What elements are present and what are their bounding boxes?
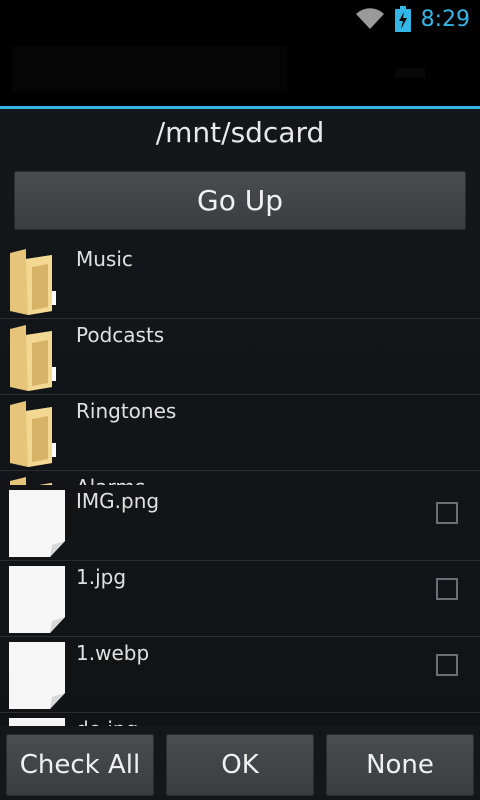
folder-row[interactable]: Alarms <box>0 471 480 485</box>
file-checkbox[interactable] <box>436 654 458 676</box>
folder-icon <box>10 401 56 467</box>
battery-charging-icon <box>394 6 411 32</box>
folder-icon <box>10 249 56 315</box>
file-name: IMG.png <box>76 489 160 513</box>
wifi-icon <box>355 8 384 30</box>
file-icon <box>9 642 65 709</box>
ok-button[interactable]: OK <box>166 734 314 796</box>
title-overflow <box>395 68 425 78</box>
folder-name: Podcasts <box>76 323 165 347</box>
folder-icon <box>10 477 52 485</box>
file-list: Music Podcasts Ringtones Alarms <box>0 243 480 730</box>
file-row[interactable]: IMG.png <box>0 485 480 561</box>
folder-name: Ringtones <box>76 399 177 423</box>
folder-row[interactable]: Music <box>0 243 480 319</box>
file-row[interactable]: 1.webp <box>0 637 480 713</box>
check-all-button[interactable]: Check All <box>6 734 154 796</box>
go-up-button[interactable]: Go Up <box>14 171 466 230</box>
file-icon <box>9 566 65 633</box>
clock: 8:29 <box>420 6 470 32</box>
folder-name: Alarms <box>76 475 145 485</box>
bottom-button-bar: Check All OK None <box>0 726 480 800</box>
folder-row[interactable]: Ringtones <box>0 395 480 471</box>
file-row[interactable]: 1.jpg <box>0 561 480 637</box>
folder-icon <box>10 325 56 391</box>
folder-row[interactable]: Podcasts <box>0 319 480 395</box>
title-area <box>12 46 287 92</box>
file-checkbox[interactable] <box>436 578 458 600</box>
status-bar: 8:29 <box>0 0 480 38</box>
file-name: 1.webp <box>76 641 150 665</box>
none-button[interactable]: None <box>326 734 474 796</box>
folder-name: Music <box>76 247 133 271</box>
current-path: /mnt/sdcard <box>155 116 325 149</box>
file-checkbox[interactable] <box>436 502 458 524</box>
file-name: 1.jpg <box>76 565 127 589</box>
file-icon <box>9 490 65 557</box>
title-bar <box>0 38 480 106</box>
